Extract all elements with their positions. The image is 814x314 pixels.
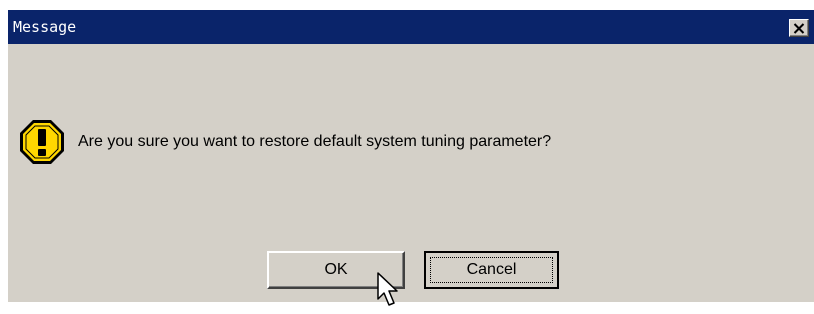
close-button[interactable]	[789, 19, 809, 37]
ok-button-label: OK	[324, 261, 348, 278]
close-icon	[793, 22, 805, 34]
warning-icon	[18, 118, 66, 166]
mouse-pointer-icon	[377, 272, 403, 310]
message-dialog: Message Are you sure you want to restore…	[7, 9, 814, 306]
title-bar[interactable]: Message	[8, 10, 814, 44]
cancel-button[interactable]: Cancel	[424, 251, 559, 289]
message-text: Are you sure you want to restore default…	[78, 133, 552, 150]
window-title: Message	[13, 18, 77, 36]
cancel-button-label: Cancel	[466, 261, 517, 278]
